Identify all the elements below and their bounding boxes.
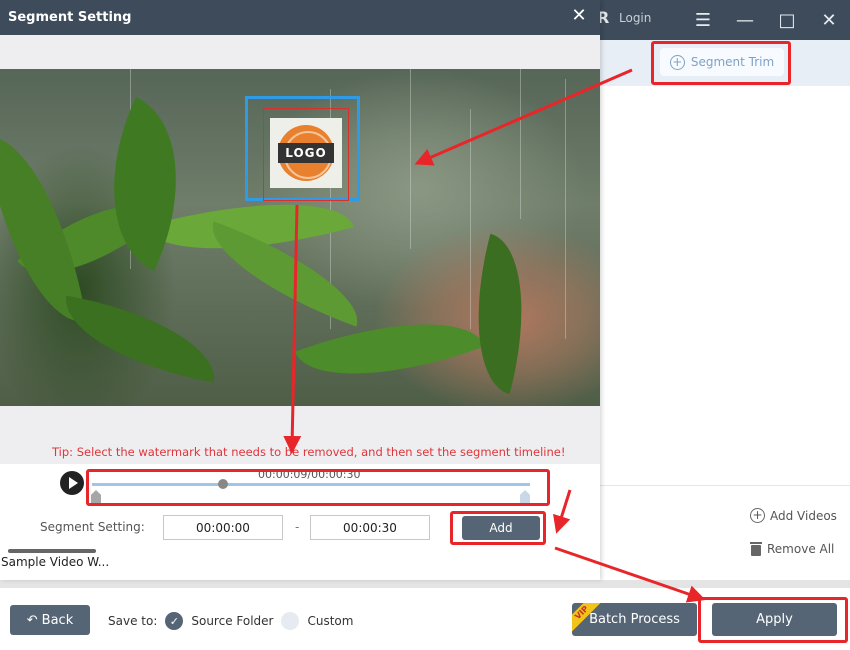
- trash-icon: [750, 542, 762, 556]
- back-button[interactable]: ↶ Back: [10, 605, 90, 635]
- back-arrow-icon: ↶: [26, 612, 38, 628]
- dialog-top-band: [0, 35, 600, 69]
- tip-text: Tip: Select the watermark that needs to …: [52, 445, 566, 459]
- divider: [600, 485, 850, 486]
- segment-end-input[interactable]: [310, 515, 430, 540]
- remove-all-button[interactable]: Remove All: [750, 542, 834, 556]
- maximize-icon[interactable]: □: [775, 8, 799, 32]
- segment-setting-label: Segment Setting:: [40, 520, 145, 534]
- menu-icon[interactable]: ☰: [691, 8, 715, 32]
- video-thumbnail-name: Sample Video W...: [1, 555, 110, 569]
- watermark-logo: LOGO: [270, 118, 342, 188]
- back-label: Back: [41, 612, 74, 628]
- custom-label: Custom: [307, 614, 354, 628]
- source-folder-label: Source Folder: [191, 614, 274, 628]
- batch-process-button[interactable]: VIP Batch Process: [572, 603, 697, 636]
- dialog-close-icon[interactable]: ✕: [568, 4, 590, 28]
- source-folder-radio[interactable]: ✓: [165, 612, 184, 630]
- thumbnail-bar: [8, 549, 96, 553]
- minimize-icon[interactable]: —: [733, 8, 757, 32]
- save-to-label: Save to:: [108, 614, 158, 628]
- save-to-group: Save to: ✓ Source Folder Custom: [108, 612, 353, 630]
- dialog-title: Segment Setting: [8, 10, 132, 25]
- plus-circle-icon: +: [750, 508, 765, 523]
- footer-separator: [0, 580, 850, 588]
- annotation-box-add: [450, 511, 546, 545]
- login-button[interactable]: 𝗥 Login: [597, 8, 651, 28]
- annotation-box-timeline: [86, 469, 550, 506]
- add-videos-label: Add Videos: [770, 508, 837, 523]
- login-label: Login: [619, 11, 652, 25]
- annotation-box-apply: [698, 597, 848, 643]
- batch-process-label: Batch Process: [589, 612, 680, 627]
- custom-radio[interactable]: [281, 612, 300, 630]
- segment-start-input[interactable]: [163, 515, 283, 540]
- play-button[interactable]: [60, 471, 84, 495]
- add-videos-button[interactable]: + Add Videos: [750, 508, 837, 523]
- app-close-icon[interactable]: ✕: [817, 8, 841, 32]
- segment-separator: -: [295, 520, 300, 534]
- logo-text: LOGO: [278, 143, 334, 163]
- remove-all-label: Remove All: [767, 542, 835, 556]
- annotation-box-segment-trim: [651, 41, 791, 85]
